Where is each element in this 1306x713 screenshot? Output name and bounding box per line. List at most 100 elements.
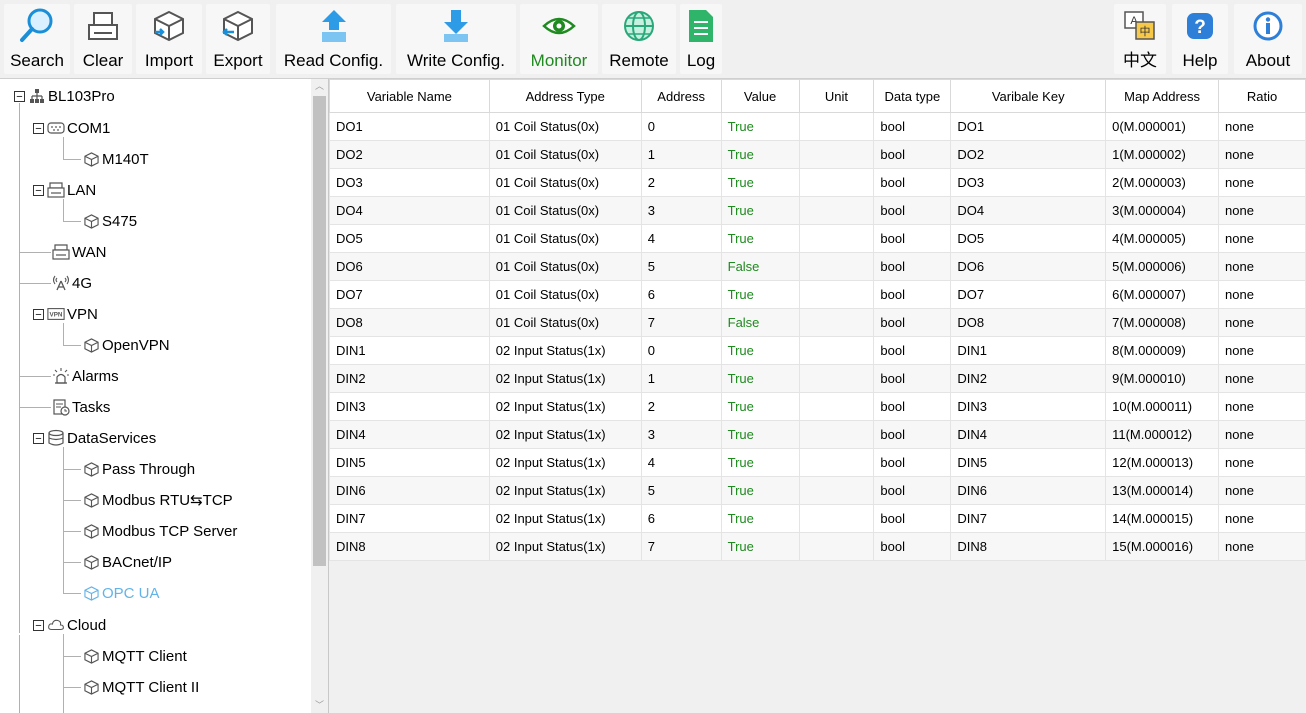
variable-name-cell[interactable]: DIN6 [329, 476, 490, 505]
address-cell[interactable]: 0 [640, 112, 722, 141]
column-header-data-type[interactable]: Data type [873, 79, 952, 113]
ratio-cell[interactable]: none [1218, 448, 1306, 477]
table-row[interactable]: DO3 01 Coil Status(0x) 2 True bool DO3 2(M.000… [329, 168, 1306, 197]
variable-key-cell[interactable]: DO3 [950, 168, 1107, 197]
variable-key-cell[interactable]: DO4 [950, 196, 1107, 225]
unit-cell[interactable] [798, 532, 875, 561]
tree-item-bacnet-ip[interactable]: BACnet/IP [82, 549, 172, 575]
map-address-cell[interactable]: 0(M.000001) [1105, 112, 1220, 141]
column-header-map-address[interactable]: Map Address [1105, 79, 1220, 113]
import-button[interactable]: Import [136, 4, 202, 74]
unit-cell[interactable] [798, 252, 875, 281]
tree-item-pass-through[interactable]: Pass Through [82, 456, 195, 482]
tree-item-opc-ua[interactable]: OPC UA [82, 580, 160, 606]
search-button[interactable]: Search [4, 4, 70, 74]
address-type-cell[interactable]: 02 Input Status(1x) [488, 504, 642, 533]
table-row[interactable]: DO1 01 Coil Status(0x) 0 True bool DO1 0(M.000… [329, 112, 1306, 141]
column-header-ratio[interactable]: Ratio [1218, 79, 1306, 113]
map-address-cell[interactable]: 15(M.000016) [1105, 532, 1220, 561]
collapse-icon[interactable]: − [33, 184, 44, 196]
address-cell[interactable]: 6 [640, 280, 722, 309]
variable-key-cell[interactable]: DIN6 [950, 476, 1107, 505]
tree-item-com1[interactable]: − COM1 [33, 115, 110, 141]
variable-key-cell[interactable]: DO5 [950, 224, 1107, 253]
log-button[interactable]: Log [680, 4, 722, 74]
data-type-cell[interactable]: bool [873, 532, 952, 561]
map-address-cell[interactable]: 4(M.000005) [1105, 224, 1220, 253]
variable-name-cell[interactable]: DIN7 [329, 504, 490, 533]
variable-name-cell[interactable]: DO6 [329, 252, 490, 281]
variable-key-cell[interactable]: DIN1 [950, 336, 1107, 365]
value-cell[interactable]: True [720, 476, 800, 505]
address-cell[interactable]: 0 [640, 336, 722, 365]
variable-name-cell[interactable]: DIN4 [329, 420, 490, 449]
ratio-cell[interactable]: none [1218, 476, 1306, 505]
variable-name-cell[interactable]: DIN5 [329, 448, 490, 477]
address-cell[interactable]: 1 [640, 140, 722, 169]
scroll-down-arrow-icon[interactable]: ﹀ [311, 698, 328, 713]
table-row[interactable]: DIN4 02 Input Status(1x) 3 True bool DIN4 11(M… [329, 420, 1306, 449]
about-button[interactable]: About [1234, 4, 1302, 74]
address-type-cell[interactable]: 01 Coil Status(0x) [488, 140, 642, 169]
unit-cell[interactable] [798, 364, 875, 393]
variable-name-cell[interactable]: DIN8 [329, 532, 490, 561]
ratio-cell[interactable]: none [1218, 196, 1306, 225]
tree-item-4g[interactable]: 4G [52, 270, 92, 296]
unit-cell[interactable] [798, 140, 875, 169]
address-type-cell[interactable]: 01 Coil Status(0x) [488, 112, 642, 141]
column-header-address[interactable]: Address [640, 79, 722, 113]
data-type-cell[interactable]: bool [873, 392, 952, 421]
variable-name-cell[interactable]: DO5 [329, 224, 490, 253]
data-type-cell[interactable]: bool [873, 420, 952, 449]
unit-cell[interactable] [798, 112, 875, 141]
ratio-cell[interactable]: none [1218, 336, 1306, 365]
map-address-cell[interactable]: 6(M.000007) [1105, 280, 1220, 309]
remote-button[interactable]: Remote [602, 4, 676, 74]
unit-cell[interactable] [798, 504, 875, 533]
variable-key-cell[interactable]: DO2 [950, 140, 1107, 169]
address-type-cell[interactable]: 02 Input Status(1x) [488, 476, 642, 505]
variable-key-cell[interactable]: DO1 [950, 112, 1107, 141]
unit-cell[interactable] [798, 420, 875, 449]
ratio-cell[interactable]: none [1218, 532, 1306, 561]
scroll-up-arrow-icon[interactable]: ︿ [311, 79, 328, 94]
tree-item-tasks[interactable]: Tasks [52, 394, 110, 420]
unit-cell[interactable] [798, 168, 875, 197]
unit-cell[interactable] [798, 224, 875, 253]
variable-name-cell[interactable]: DO7 [329, 280, 490, 309]
address-cell[interactable]: 5 [640, 476, 722, 505]
map-address-cell[interactable]: 1(M.000002) [1105, 140, 1220, 169]
address-type-cell[interactable]: 01 Coil Status(0x) [488, 308, 642, 337]
data-type-cell[interactable]: bool [873, 140, 952, 169]
table-row[interactable]: DIN6 02 Input Status(1x) 5 True bool DIN6 13(M… [329, 476, 1306, 505]
tree-item-lan[interactable]: − LAN [33, 177, 96, 203]
table-row[interactable]: DIN1 02 Input Status(1x) 0 True bool DIN1 8(M.… [329, 336, 1306, 365]
value-cell[interactable]: True [720, 280, 800, 309]
ratio-cell[interactable]: none [1218, 504, 1306, 533]
map-address-cell[interactable]: 9(M.000010) [1105, 364, 1220, 393]
ratio-cell[interactable]: none [1218, 364, 1306, 393]
column-header-variable-name[interactable]: Variable Name [329, 79, 490, 113]
unit-cell[interactable] [798, 280, 875, 309]
table-row[interactable]: DO8 01 Coil Status(0x) 7 False bool DO8 7(M.00… [329, 308, 1306, 337]
table-row[interactable]: DIN8 02 Input Status(1x) 7 True bool DIN8 15(M… [329, 532, 1306, 561]
map-address-cell[interactable]: 13(M.000014) [1105, 476, 1220, 505]
data-type-cell[interactable]: bool [873, 280, 952, 309]
tree-item-modbus-rtu-tcp[interactable]: Modbus RTU⇆TCP [82, 487, 233, 513]
ratio-cell[interactable]: none [1218, 392, 1306, 421]
scrollbar-thumb[interactable] [313, 96, 326, 566]
table-row[interactable]: DO2 01 Coil Status(0x) 1 True bool DO2 1(M.000… [329, 140, 1306, 169]
map-address-cell[interactable]: 8(M.000009) [1105, 336, 1220, 365]
address-cell[interactable]: 4 [640, 448, 722, 477]
collapse-icon[interactable]: − [33, 308, 44, 320]
table-row[interactable]: DO4 01 Coil Status(0x) 3 True bool DO4 3(M.000… [329, 196, 1306, 225]
variable-name-cell[interactable]: DIN1 [329, 336, 490, 365]
address-type-cell[interactable]: 02 Input Status(1x) [488, 364, 642, 393]
table-row[interactable]: DO7 01 Coil Status(0x) 6 True bool DO7 6(M.000… [329, 280, 1306, 309]
data-type-cell[interactable]: bool [873, 224, 952, 253]
map-address-cell[interactable]: 10(M.000011) [1105, 392, 1220, 421]
read-config-button[interactable]: Read Config. [276, 4, 391, 74]
address-type-cell[interactable]: 01 Coil Status(0x) [488, 168, 642, 197]
address-cell[interactable]: 2 [640, 392, 722, 421]
address-type-cell[interactable]: 01 Coil Status(0x) [488, 196, 642, 225]
